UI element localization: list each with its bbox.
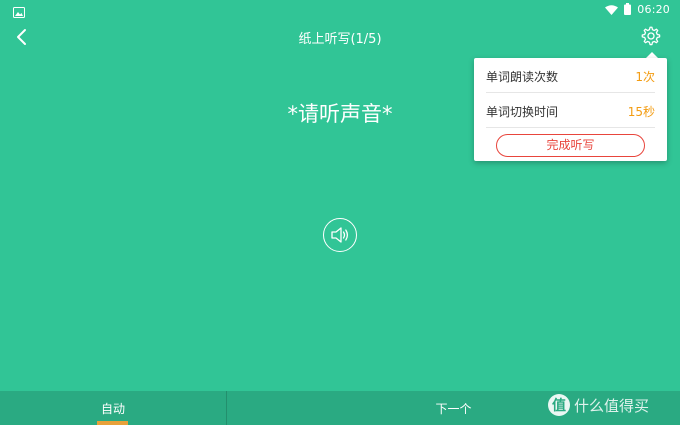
read-count-value: 1次 <box>635 69 655 84</box>
status-bar: 06:20 <box>0 0 680 18</box>
read-count-option[interactable]: 单词朗读次数 1次 <box>486 59 655 93</box>
image-notification-icon <box>13 3 25 18</box>
switch-interval-option[interactable]: 单词切换时间 15秒 <box>486 94 655 128</box>
settings-button[interactable] <box>638 23 664 49</box>
status-time: 06:20 <box>637 2 670 16</box>
watermark-text: 什么值得买 <box>574 396 650 415</box>
speaker-icon <box>331 227 349 243</box>
header: 纸上听写(1/5) <box>0 18 680 56</box>
wifi-icon <box>605 0 619 19</box>
watermark: 值 什么值得买 <box>548 392 649 418</box>
dictation-screen: 06:20 纸上听写(1/5) *请听声音* 单词朗读次数 1次 单词切换时间 … <box>0 0 680 425</box>
finish-dictation-button[interactable]: 完成听写 <box>496 134 645 157</box>
auto-selected-indicator <box>97 421 128 425</box>
watermark-logo-icon: 值 <box>548 394 570 416</box>
settings-dropdown: 单词朗读次数 1次 单词切换时间 15秒 完成听写 <box>474 58 667 161</box>
battery-icon <box>624 0 632 19</box>
switch-interval-label: 单词切换时间 <box>486 104 559 119</box>
gear-icon <box>641 26 661 46</box>
auto-button[interactable]: 自动 <box>0 391 226 425</box>
status-right: 06:20 <box>605 1 670 17</box>
read-count-label: 单词朗读次数 <box>486 69 559 84</box>
play-sound-button[interactable] <box>323 218 357 252</box>
switch-interval-value: 15秒 <box>627 104 655 119</box>
page-title: 纸上听写(1/5) <box>298 32 382 47</box>
dropdown-divider <box>486 127 655 128</box>
dropdown-divider <box>486 92 655 93</box>
